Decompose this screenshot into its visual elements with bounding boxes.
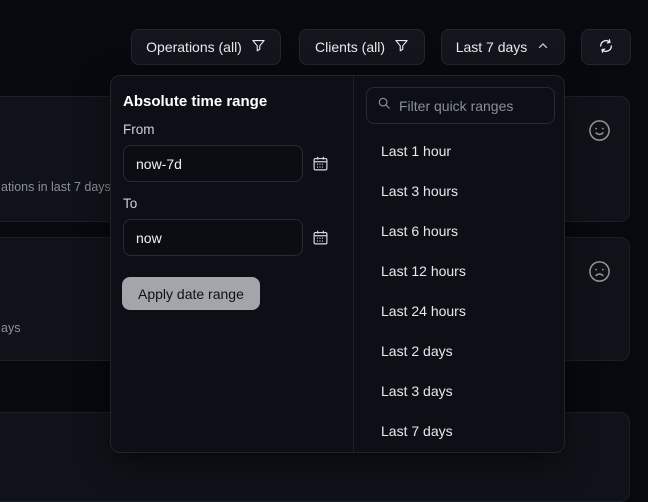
quick-ranges-list: Last 1 hour Last 3 hours Last 6 hours La… xyxy=(354,131,564,451)
refresh-button[interactable] xyxy=(581,29,631,65)
quick-range-option[interactable]: Last 6 hours xyxy=(354,211,564,251)
to-calendar-button[interactable] xyxy=(312,229,329,246)
clients-filter-button[interactable]: Clients (all) xyxy=(299,29,425,65)
operations-filter-label: Operations (all) xyxy=(146,39,242,55)
search-icon xyxy=(377,96,391,115)
quick-range-option[interactable]: Last 24 hours xyxy=(354,291,564,331)
quick-ranges-search[interactable] xyxy=(366,87,555,124)
quick-range-option[interactable]: Last 1 hour xyxy=(354,131,564,171)
from-calendar-button[interactable] xyxy=(312,155,329,172)
absolute-time-range-section: Absolute time range From To xyxy=(111,76,354,452)
smiley-face-icon xyxy=(588,119,611,147)
time-range-button[interactable]: Last 7 days xyxy=(441,29,565,65)
to-label: To xyxy=(123,196,137,211)
calendar-icon xyxy=(312,229,329,246)
filter-funnel-icon xyxy=(394,38,409,56)
quick-range-option[interactable]: Last 2 days xyxy=(354,331,564,371)
frown-face-icon xyxy=(588,260,611,288)
quick-range-option[interactable]: Last 7 days xyxy=(354,411,564,451)
operations-filter-button[interactable]: Operations (all) xyxy=(131,29,281,65)
time-picker-dropdown: Absolute time range From To xyxy=(110,75,565,453)
card-caption: ays xyxy=(1,321,20,335)
clients-filter-label: Clients (all) xyxy=(315,39,385,55)
quick-ranges-section: Last 1 hour Last 3 hours Last 6 hours La… xyxy=(354,76,564,452)
quick-range-option[interactable]: Last 3 hours xyxy=(354,171,564,211)
filter-funnel-icon xyxy=(251,38,266,56)
quick-range-option[interactable]: Last 3 days xyxy=(354,371,564,411)
refresh-icon xyxy=(598,38,614,57)
time-range-label: Last 7 days xyxy=(456,39,528,55)
to-input[interactable] xyxy=(123,219,303,256)
quick-range-option[interactable]: Last 12 hours xyxy=(354,251,564,291)
card-caption: ations in last 7 days xyxy=(1,180,111,194)
from-input[interactable] xyxy=(123,145,303,182)
quick-ranges-filter-input[interactable] xyxy=(399,98,544,114)
from-label: From xyxy=(123,122,155,137)
apply-date-range-button[interactable]: Apply date range xyxy=(122,277,260,310)
absolute-time-range-title: Absolute time range xyxy=(123,93,267,110)
calendar-icon xyxy=(312,155,329,172)
chevron-up-icon xyxy=(536,39,550,56)
